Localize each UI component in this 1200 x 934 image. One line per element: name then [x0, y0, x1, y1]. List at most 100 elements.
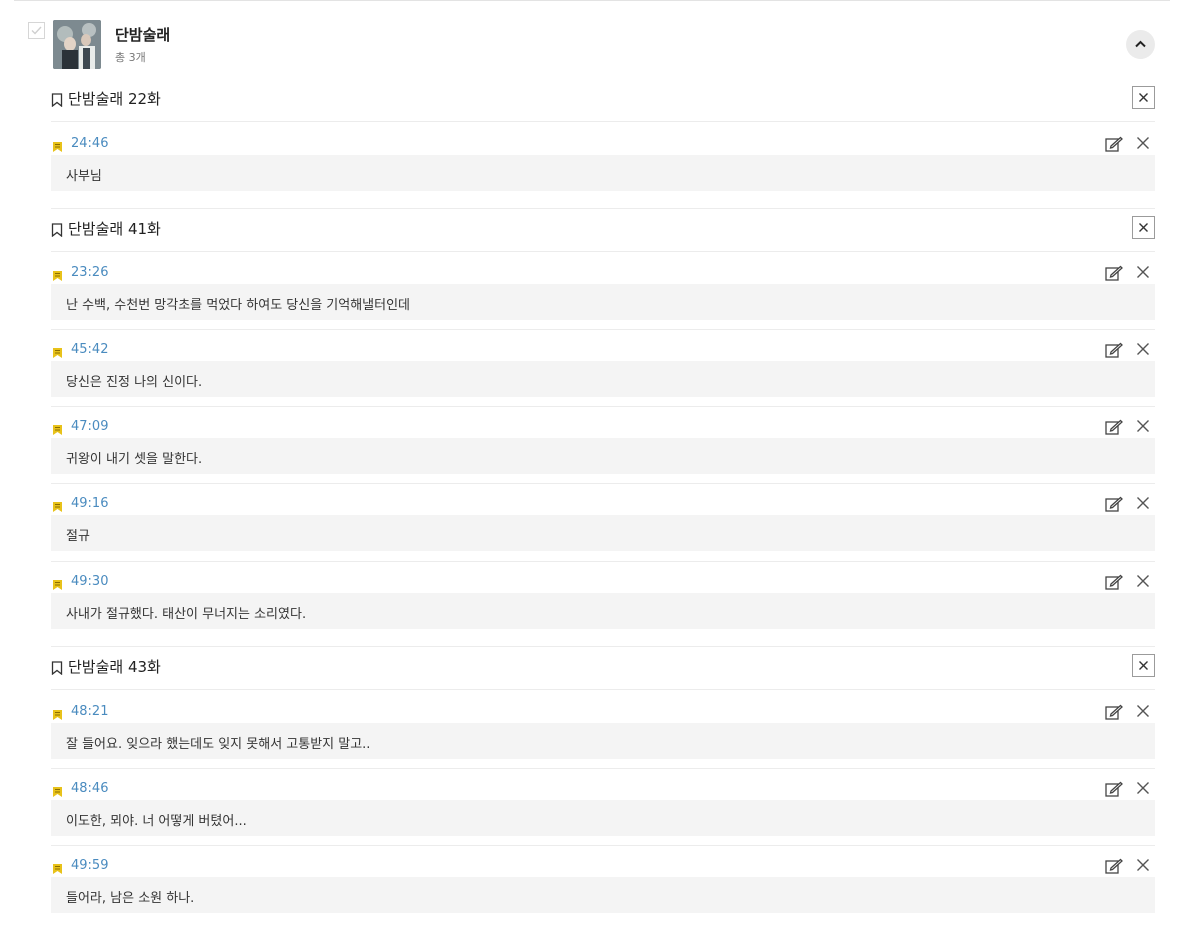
close-icon [1137, 575, 1149, 587]
bookmark-note-box: 난 수백, 수천번 망각초를 먹었다 하여도 당신을 기억해낼터인데 [51, 284, 1155, 320]
episode-header: 단밤술래 43화 [51, 654, 1155, 680]
edit-icon [1105, 574, 1123, 590]
bookmark-flag-svg [53, 580, 62, 590]
delete-button[interactable] [1136, 573, 1150, 592]
bookmark-item: 23:26 난 수백, 수천번 망각초를 먹었다 하여도 당신을 기억해낼터인데 [51, 264, 1155, 326]
edit-icon [1105, 496, 1123, 512]
bookmark-time[interactable]: 49:59 [71, 858, 108, 873]
close-icon [1137, 859, 1149, 871]
delete-button[interactable] [1136, 703, 1150, 722]
delete-button[interactable] [1136, 418, 1150, 437]
edit-icon [1105, 342, 1123, 358]
series-title[interactable]: 단밤술래 [115, 24, 170, 45]
episode-delete-button[interactable] [1132, 216, 1155, 239]
bookmark-item: 47:09 귀왕이 내기 셋을 말한다. [51, 418, 1155, 480]
delete-button[interactable] [1136, 341, 1150, 360]
bookmark-item: 49:59 들어라, 남은 소원 하나. [51, 857, 1155, 919]
edit-icon [1105, 265, 1123, 281]
edit-button[interactable] [1105, 858, 1123, 878]
bookmark-note-box: 당신은 진정 나의 신이다. [51, 361, 1155, 397]
mark-separator [51, 768, 1155, 769]
delete-button[interactable] [1136, 264, 1150, 283]
episode-header: 단밤술래 22화 [51, 86, 1155, 112]
bookmark-outline-icon [51, 92, 63, 111]
bookmark-note-box: 사부님 [51, 155, 1155, 191]
episode-delete-button[interactable] [1132, 654, 1155, 677]
bookmark-flag-svg [53, 710, 62, 720]
bookmark-time[interactable]: 48:21 [71, 704, 108, 719]
bookmark-time[interactable]: 45:42 [71, 342, 108, 357]
bookmark-flag-svg [53, 271, 62, 281]
mark-separator [51, 406, 1155, 407]
bookmark-note-box: 이도한, 뫼야. 너 어떻게 버텼어... [51, 800, 1155, 836]
episode-delete-button[interactable] [1132, 86, 1155, 109]
edit-icon [1105, 781, 1123, 797]
bookmark-note-text: 사내가 절규했다. 태산이 무너지는 소리였다. [66, 607, 307, 622]
edit-button[interactable] [1105, 342, 1123, 362]
bookmark-note-box: 잘 들어요. 잊으라 했는데도 잊지 못해서 고통받지 말고.. [51, 723, 1155, 759]
bookmark-note-text: 잘 들어요. 잊으라 했는데도 잊지 못해서 고통받지 말고.. [66, 737, 371, 752]
series-header: 단밤술래 총 3개 [28, 20, 1160, 72]
close-icon [1139, 223, 1148, 232]
bookmark-note-text: 귀왕이 내기 셋을 말한다. [66, 452, 203, 467]
episode-title[interactable]: 단밤술래 41화 [68, 218, 161, 239]
edit-button[interactable] [1105, 419, 1123, 439]
episode-divider [51, 646, 1155, 647]
mark-separator [51, 561, 1155, 562]
edit-button[interactable] [1105, 704, 1123, 724]
bookmark-note-box: 들어라, 남은 소원 하나. [51, 877, 1155, 913]
bookmark-item: 48:46 이도한, 뫼야. 너 어떻게 버텼어... [51, 780, 1155, 842]
bookmark-time[interactable]: 24:46 [71, 136, 108, 151]
delete-button[interactable] [1136, 135, 1150, 154]
close-icon [1139, 93, 1148, 102]
bookmark-flag-svg [53, 787, 62, 797]
edit-button[interactable] [1105, 496, 1123, 516]
bookmark-item: 45:42 당신은 진정 나의 신이다. [51, 341, 1155, 403]
delete-button[interactable] [1136, 495, 1150, 514]
mark-separator [51, 329, 1155, 330]
bookmark-time[interactable]: 49:16 [71, 496, 108, 511]
bookmark-outline-svg [51, 661, 63, 676]
collapse-button[interactable] [1126, 30, 1155, 59]
edit-icon [1105, 858, 1123, 874]
checkmark-icon [31, 26, 42, 35]
bookmark-time[interactable]: 48:46 [71, 781, 108, 796]
episode-header-divider [51, 121, 1155, 122]
bookmark-time[interactable]: 49:30 [71, 574, 108, 589]
bookmark-flag-svg [53, 864, 62, 874]
episode-divider [51, 208, 1155, 209]
bookmark-item: 24:46 사부님 [51, 135, 1155, 197]
bookmark-outline-svg [51, 93, 63, 108]
bookmark-note-box: 사내가 절규했다. 태산이 무너지는 소리였다. [51, 593, 1155, 629]
close-icon [1137, 705, 1149, 717]
edit-icon [1105, 136, 1123, 152]
edit-button[interactable] [1105, 136, 1123, 156]
chevron-up-icon [1135, 40, 1146, 48]
bookmark-flag-svg [53, 425, 62, 435]
delete-button[interactable] [1136, 780, 1150, 799]
bookmark-flag-svg [53, 502, 62, 512]
close-icon [1137, 266, 1149, 278]
mark-separator [51, 845, 1155, 846]
episode-title[interactable]: 단밤술래 22화 [68, 88, 161, 109]
series-count: 총 3개 [115, 51, 146, 64]
delete-button[interactable] [1136, 857, 1150, 876]
bookmark-note-text: 들어라, 남은 소원 하나. [66, 891, 195, 906]
close-icon [1137, 497, 1149, 509]
edit-button[interactable] [1105, 781, 1123, 801]
bookmark-note-text: 절규 [66, 529, 90, 544]
bookmark-time[interactable]: 47:09 [71, 419, 108, 434]
close-icon [1137, 343, 1149, 355]
bookmark-time[interactable]: 23:26 [71, 265, 108, 280]
bookmark-item: 48:21 잘 들어요. 잊으라 했는데도 잊지 못해서 고통받지 말고.. [51, 703, 1155, 765]
series-thumbnail[interactable] [53, 20, 101, 69]
bookmark-note-text: 난 수백, 수천번 망각초를 먹었다 하여도 당신을 기억해낼터인데 [66, 298, 411, 313]
series-checkbox[interactable] [28, 22, 45, 39]
bookmark-note-box: 절규 [51, 515, 1155, 551]
episode-header: 단밤술래 41화 [51, 216, 1155, 242]
edit-button[interactable] [1105, 265, 1123, 285]
bookmark-item: 49:30 사내가 절규했다. 태산이 무너지는 소리였다. [51, 573, 1155, 635]
episode-title[interactable]: 단밤술래 43화 [68, 656, 161, 677]
close-icon [1137, 137, 1149, 149]
edit-button[interactable] [1105, 574, 1123, 594]
